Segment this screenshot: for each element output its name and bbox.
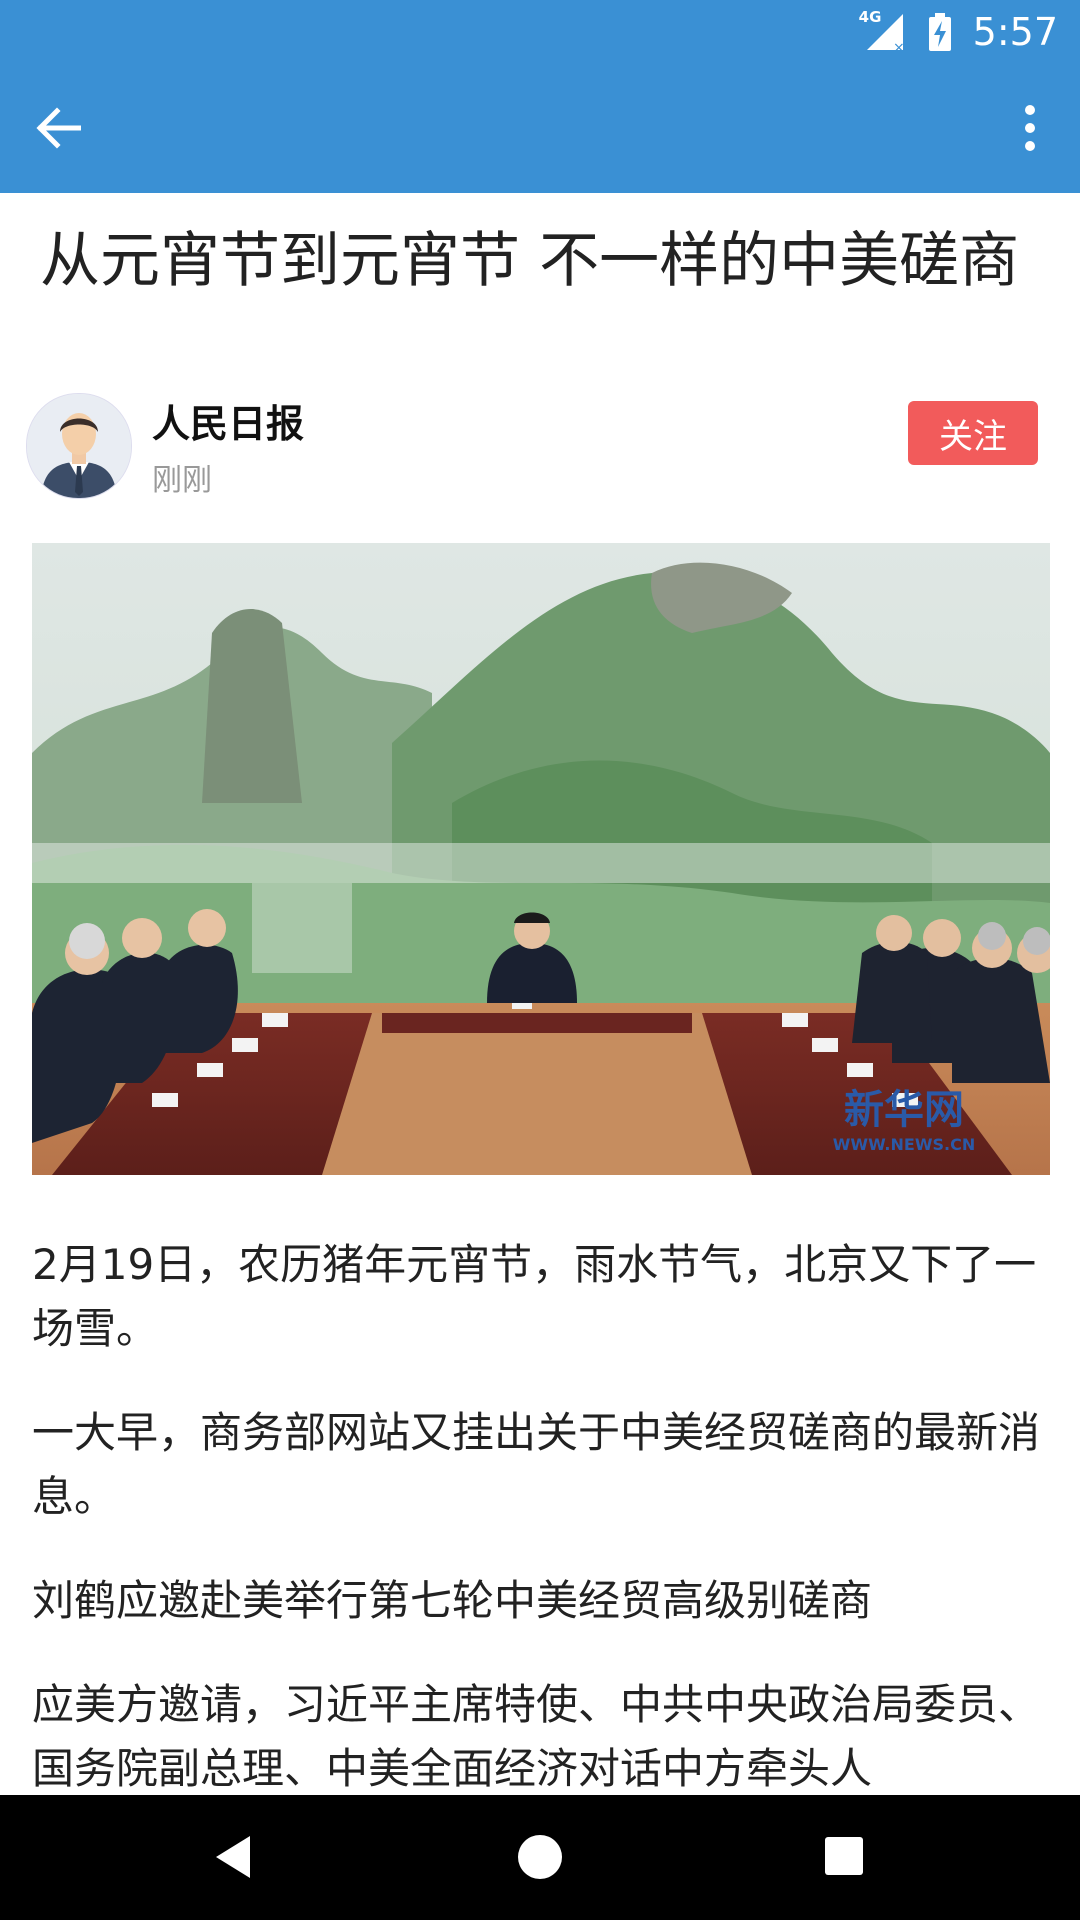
nav-home-icon[interactable] — [513, 1830, 567, 1884]
back-button[interactable] — [28, 98, 88, 158]
app-bar — [0, 63, 1080, 193]
article-body: 2月19日，农历猪年元宵节，雨水节气，北京又下了一场雪。 一大早，商务部网站又挂… — [32, 1233, 1052, 1795]
paragraph: 应美方邀请，习近平主席特使、中共中央政治局委员、国务院副总理、中美全面经济对话中… — [32, 1680, 1041, 1793]
watermark-logo: 新华网 — [844, 1087, 964, 1133]
more-options-button[interactable] — [1000, 93, 1060, 163]
watermark-url: WWW.NEWS.CN — [833, 1135, 975, 1154]
svg-text:×: × — [893, 40, 905, 54]
article-photo[interactable]: 新华网 WWW.NEWS.CN — [32, 543, 1050, 1175]
status-icons: 4G × 5:57 — [859, 8, 1058, 56]
follow-button[interactable]: 关注 — [908, 401, 1038, 465]
clock: 5:57 — [972, 10, 1058, 54]
paragraph: 一大早，商务部网站又挂出关于中美经贸磋商的最新消息。 — [32, 1408, 1041, 1521]
article-content[interactable]: 从元宵节到元宵节 不一样的中美磋商 人民日报 刚刚 关注 新华网 WWW.NEW… — [0, 193, 1080, 1795]
user-avatar-icon — [27, 394, 131, 498]
nav-back-icon[interactable] — [210, 1832, 260, 1882]
avatar[interactable] — [26, 393, 132, 499]
battery-charging-icon — [928, 13, 951, 51]
article-title: 从元宵节到元宵节 不一样的中美磋商 — [40, 226, 1020, 296]
meeting-photo-illustration: 新华网 WWW.NEWS.CN — [32, 543, 1050, 1175]
status-bar: 4G × 5:57 — [0, 0, 1080, 63]
system-nav-bar — [0, 1795, 1080, 1920]
publish-time: 刚刚 — [152, 463, 212, 498]
nav-recents-icon[interactable] — [821, 1833, 867, 1879]
paragraph: 刘鹤应邀赴美举行第七轮中美经贸高级别磋商 — [32, 1576, 873, 1625]
paragraph: 2月19日，农历猪年元宵节，雨水节气，北京又下了一场雪。 — [32, 1240, 1037, 1353]
signal-icon: 4G × — [858, 8, 907, 56]
arrow-left-icon — [36, 107, 81, 149]
author-name[interactable]: 人民日报 — [152, 393, 304, 448]
network-type-label: 4G — [858, 8, 882, 26]
author-row: 人民日报 刚刚 关注 — [26, 393, 1056, 503]
screen: 4G × 5:57 从元宵节到元宵节 不一样的中美磋商 人民日报 刚刚 关注 新… — [0, 0, 1080, 1920]
more-vert-icon — [1025, 105, 1035, 151]
